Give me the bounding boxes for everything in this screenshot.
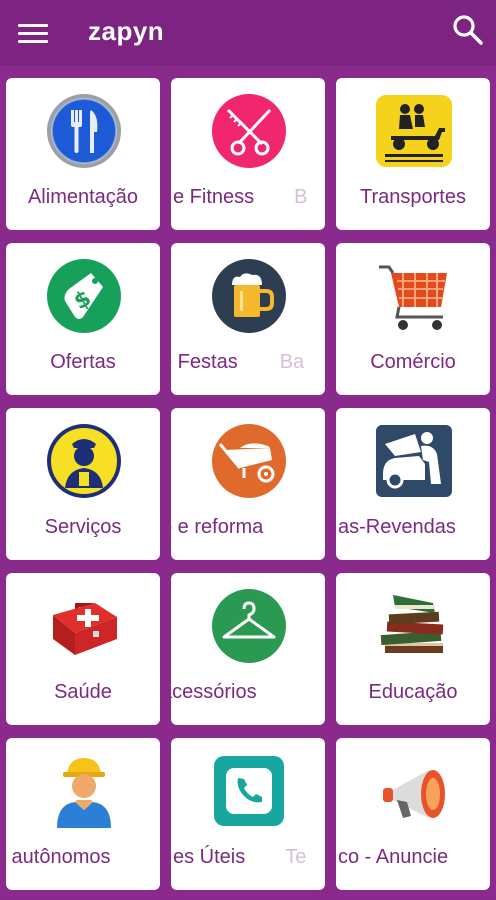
category-card-construcao-reforma[interactable]: o e reforma <box>171 408 325 560</box>
category-card-educacao[interactable]: Educação <box>336 573 490 725</box>
category-card-servicos[interactable]: Serviços <box>6 408 160 560</box>
category-card-bares-festas[interactable]: e FestasBa <box>171 243 325 395</box>
books-icon <box>375 587 453 665</box>
category-label: Educação <box>368 681 458 703</box>
category-card-telefones-uteis[interactable]: es Úteis Te <box>171 738 325 890</box>
category-card-comercio[interactable]: Comércio <box>336 243 490 395</box>
category-label: s autônomos <box>6 846 111 868</box>
phone-icon <box>210 752 288 830</box>
category-label: Alimentação <box>27 186 139 208</box>
category-label: Ofertas <box>50 351 116 373</box>
category-label: Comércio <box>370 351 456 373</box>
category-card-saude[interactable]: Saúde <box>6 573 160 725</box>
hanger-icon <box>210 587 288 665</box>
category-label: o e reforma <box>171 516 264 538</box>
category-label: as-Revendas <box>338 516 456 538</box>
category-card-transportes[interactable]: Transportes <box>336 78 490 230</box>
category-label: es Úteis Te <box>173 846 307 868</box>
car-mechanic-icon <box>375 422 453 500</box>
app-bar: zapyn <box>0 0 496 66</box>
category-grid: Alimentação e Fitness B Transportes $ Of… <box>6 78 492 890</box>
category-card-ofertas[interactable]: $ Ofertas <box>6 243 160 395</box>
category-label: acessórios <box>171 681 257 703</box>
first-aid-kit-icon <box>45 587 123 665</box>
category-card-beleza-fitness[interactable]: e Fitness B <box>171 78 325 230</box>
utensils-icon <box>45 92 123 170</box>
hamburger-menu-icon[interactable] <box>18 18 52 48</box>
megaphone-icon <box>375 752 453 830</box>
shopping-cart-icon <box>375 257 453 335</box>
scissors-comb-icon <box>210 92 288 170</box>
app-title: zapyn <box>88 16 165 46</box>
category-label: e FestasBa <box>171 351 305 373</box>
category-card-moda-acessorios[interactable]: acessórios <box>171 573 325 725</box>
category-card-alimentacao[interactable]: Alimentação <box>6 78 160 230</box>
category-card-anuncie[interactable]: co - Anuncie <box>336 738 490 890</box>
category-card-revendas[interactable]: as-Revendas <box>336 408 490 560</box>
category-label: co - Anuncie <box>338 846 449 868</box>
maid-icon <box>45 422 123 500</box>
beer-mug-icon <box>210 257 288 335</box>
scooter-icon <box>375 92 453 170</box>
category-label: Transportes <box>360 186 466 208</box>
wheelbarrow-icon <box>210 422 288 500</box>
search-icon[interactable] <box>452 14 484 46</box>
category-label: Serviços <box>44 516 122 538</box>
category-label: e Fitness B <box>173 186 308 208</box>
price-tag-icon: $ <box>45 257 123 335</box>
category-label: Saúde <box>54 681 112 703</box>
category-card-autonomos[interactable]: s autônomos <box>6 738 160 890</box>
worker-icon <box>45 752 123 830</box>
